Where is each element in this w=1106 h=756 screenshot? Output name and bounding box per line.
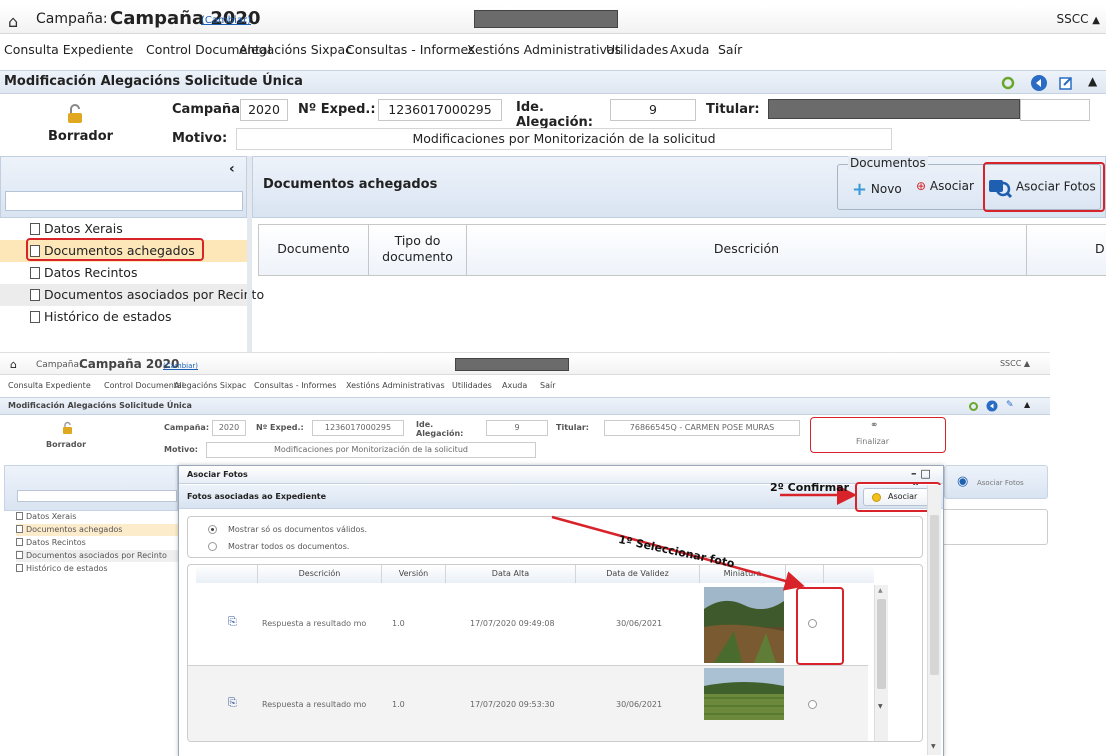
menu-axuda[interactable]: Axuda [670,42,709,57]
new-button-label: Novo [870,182,902,196]
main-menu: Consulta Expediente Control Documental A… [0,38,1106,62]
refresh-icon[interactable] [1000,75,1016,91]
home-icon[interactable]: ⌂ [8,12,18,31]
documents-group-label: Documentos [848,156,928,170]
exped-label: Nº Exped.: [298,102,376,117]
grid-header-d-label: D [1095,241,1105,256]
sidebar-item-datos-xerais[interactable]: Datos Xerais [0,218,247,240]
change-campaign-link[interactable]: (Cambiar) [201,15,251,26]
sidebar-item-label: Documentos asociados por Recinto [44,287,265,302]
associate-button-label: Asociar [929,179,974,193]
redacted-block [474,10,618,28]
campaign-field-label: Campaña: [172,102,246,117]
campaign-field: 2020 [240,99,288,121]
sidebar-item-documentos-recinto[interactable]: Documentos asociados por Recinto [0,284,264,306]
alegacion-label: Ide. Alegación: [516,100,593,130]
top-screenshot: ⌂ Campaña: Campaña 2020 (Cambiar) SSCC ▲… [0,0,1106,352]
sidebar-item-datos-recintos[interactable]: Datos Recintos [0,262,247,284]
campaign-label: Campaña: [36,11,108,27]
associate-button[interactable]: ⊕ Asociar [916,179,974,193]
user-menu[interactable]: SSCC ▲ [1056,12,1100,26]
status-label: Borrador [48,129,114,144]
highlight-associate-photos [983,162,1105,212]
highlight-documentos-achegados [26,238,204,261]
menu-consulta-expediente[interactable]: Consulta Expediente [4,42,133,57]
menu-sair[interactable]: Saír [718,42,742,57]
grid-header-d[interactable]: D [1027,225,1106,275]
exped-field: 1236017000295 [378,99,502,121]
annotation-confirm: 2º Confirmar [770,481,850,494]
new-button[interactable]: + Novo [852,179,902,200]
alegacion-field: 9 [610,99,696,121]
sidebar-search-input[interactable] [5,191,243,211]
content-title: Documentos achegados [263,177,438,192]
menu-xestions-administrativas[interactable]: Xestións Administrativas [467,42,621,57]
sidebar-item-label: Histórico de estados [44,309,172,324]
grid-header-tipo[interactable]: Tipo do documento [369,225,467,275]
user-name: SSCC [1056,12,1089,26]
documents-grid: Documento Tipo do documento Descrición D [258,224,1106,276]
back-icon[interactable] [1030,74,1048,92]
unlock-icon [68,104,82,123]
bottom-screenshot: ⌂ Campaña: Campaña 2020 (Cambiar) SSCC ▲… [0,352,1050,756]
sidebar-item-label: Datos Recintos [44,265,138,280]
plus-icon: + [852,179,868,200]
content-header: Documentos achegados Documentos + Novo ⊕… [252,156,1106,218]
document-icon [30,223,40,235]
document-icon [30,267,40,279]
magnifier-icon: ⊕ [916,179,927,193]
sidebar-header: ‹ [0,156,247,218]
motivo-label: Motivo: [172,131,228,146]
menu-utilidades[interactable]: Utilidades [606,42,668,57]
document-icon [30,289,40,301]
menu-consultas-informes[interactable]: Consultas - Informes [346,42,475,57]
module-header: Modificación Alegacións Solicitude Única… [0,70,1106,94]
chevron-up-icon: ▲ [1092,15,1100,26]
grid-header-documento[interactable]: Documento [259,225,369,275]
titular-field-redacted [768,99,1020,119]
edit-icon[interactable] [1058,75,1074,91]
title-bar: ⌂ Campaña: Campaña 2020 (Cambiar) SSCC ▲ [0,6,1106,34]
alegacion-label-1: Ide. [516,100,544,115]
collapse-sidebar-icon[interactable]: ‹ [229,161,235,177]
document-icon [30,311,40,323]
menu-alegacions-sixpac[interactable]: Alegacións Sixpac [239,42,352,57]
grid-header-descricion[interactable]: Descrición [467,225,1027,275]
titular-field-end [1020,99,1090,121]
module-title: Modificación Alegacións Solicitude Única [4,74,303,89]
sidebar-item-historico-estados[interactable]: Histórico de estados [0,306,247,328]
sidebar-item-label: Datos Xerais [44,221,123,236]
motivo-field: Modificaciones por Monitorización de la … [236,128,892,150]
collapse-chevron-icon[interactable]: ▲ [1088,74,1097,88]
titular-label: Titular: [706,102,760,117]
annotation-arrows [551,485,857,591]
